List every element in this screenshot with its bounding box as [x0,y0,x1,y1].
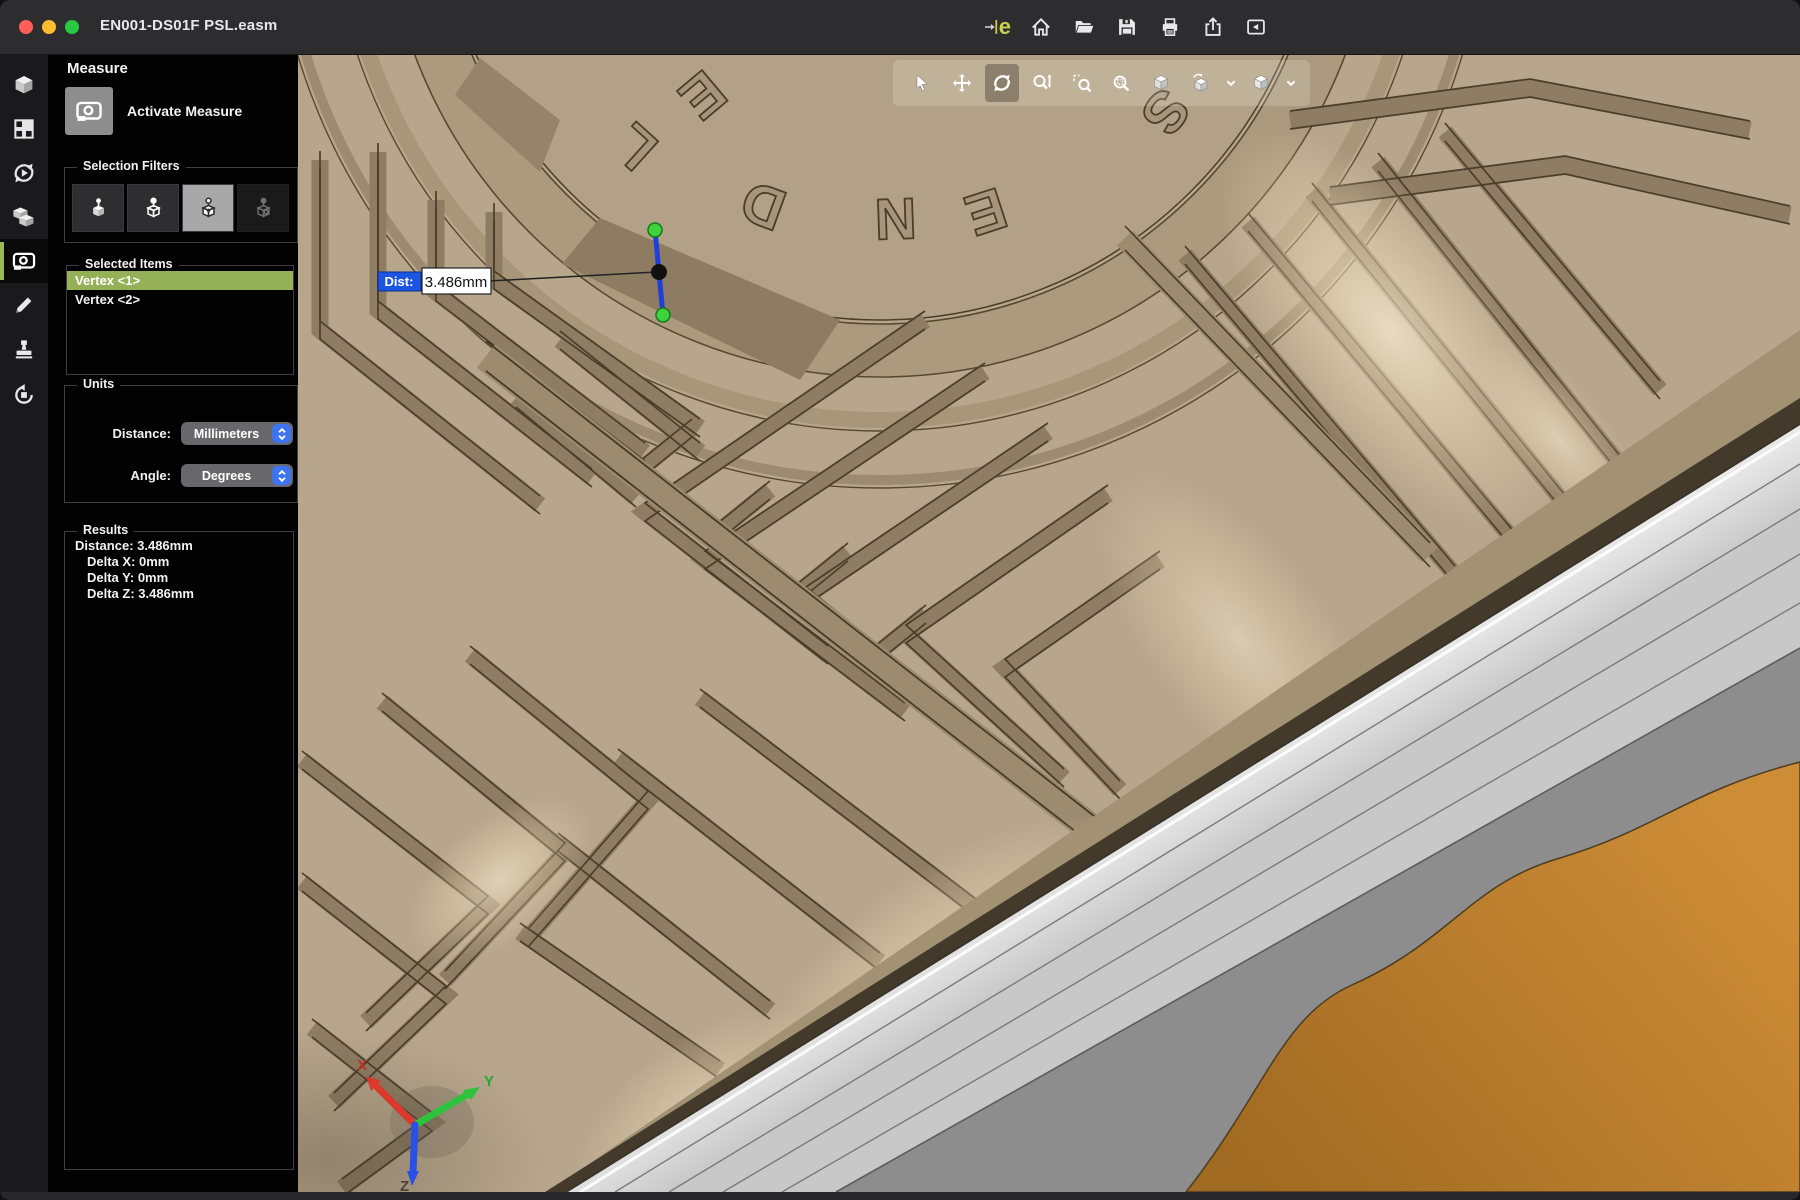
print-icon[interactable] [1157,12,1183,42]
select-tool[interactable] [905,64,939,102]
rail-item-measure[interactable] [0,239,48,283]
view-orientation-dropdown[interactable] [1224,64,1238,102]
share-icon[interactable] [1200,12,1226,42]
open-file-icon[interactable] [1071,12,1097,42]
distance-units-select[interactable]: Millimeters [181,422,293,445]
view-toolbar [893,60,1310,106]
titlebar: EN001-DS01F PSL.easm e [0,0,1800,55]
rail-item-animate[interactable] [0,151,48,195]
measurement-midpoint [651,264,667,280]
model-viewport[interactable]: E L D N E S [298,55,1800,1192]
rail-item-model[interactable] [0,63,48,107]
angle-units-label: Angle: [75,464,171,488]
window-bottom-edge [0,1192,1800,1200]
cad-model-scene[interactable]: E L D N E S [298,55,1800,1192]
titlebar-toolbar: e [985,12,1269,42]
stepper-chevrons-icon [272,466,291,485]
app-window: EN001-DS01F PSL.easm e [0,0,1800,1200]
rail-item-reset[interactable] [0,373,48,417]
filter-faces-button[interactable] [72,184,124,232]
shaded-view-tool[interactable] [1144,64,1178,102]
toggle-panel-icon[interactable] [1243,12,1269,42]
z-axis-label: Z [400,1178,409,1192]
activate-measure-label: Activate Measure [127,103,242,119]
units-label: Units [77,377,120,391]
measurement-value: 3.486mm [425,274,488,291]
measure-panel: Measure Activate Measure Selection Filte… [48,55,298,1192]
results-label: Results [77,523,134,537]
selected-item-row[interactable]: Vertex <1> [67,271,293,290]
svg-text:N: N [874,185,918,251]
activate-measure-row: Activate Measure [65,87,242,135]
measurement-vertex-1[interactable] [648,223,662,237]
selection-filters-group: Selection Filters [64,167,298,243]
minimize-button[interactable] [42,20,56,34]
stepper-chevrons-icon [272,424,291,443]
window-title: EN001-DS01F PSL.easm [100,17,277,34]
selection-filters-label: Selection Filters [77,159,186,173]
distance-units-label: Distance: [75,422,171,446]
selected-items-label: Selected Items [79,257,179,271]
measurement-vertex-2[interactable] [656,308,670,322]
y-axis-label: Y [484,1073,494,1090]
units-group: Units Distance: Millimeters Angle: Degre… [64,385,298,503]
selected-item-row[interactable]: Vertex <2> [67,290,293,309]
measurement-label: Dist: [385,274,414,289]
result-distance: Distance: 3.486mm [65,538,293,554]
view-orientation-tool[interactable] [1184,64,1218,102]
results-group: Results Distance: 3.486mm Delta X: 0mm D… [64,531,294,1170]
edrawings-logo-icon[interactable]: e [985,12,1011,42]
result-delta-y: Delta Y: 0mm [65,570,293,586]
save-icon[interactable] [1114,12,1140,42]
zoom-window-tool[interactable] [1065,64,1099,102]
selected-items-group: Selected Items Vertex <1> Vertex <2> [66,265,294,375]
rotate-tool[interactable] [985,64,1019,102]
measure-tape-icon [74,96,104,126]
home-icon[interactable] [1028,12,1054,42]
pan-tool[interactable] [945,64,979,102]
zoom-fit-tool[interactable] [1104,64,1138,102]
angle-units-select[interactable]: Degrees [181,464,293,487]
filter-centers-button[interactable] [237,184,289,232]
maximize-button[interactable] [65,20,79,34]
rail-item-stamp[interactable] [0,327,48,371]
tool-rail [0,55,48,1192]
result-delta-z: Delta Z: 3.486mm [65,586,293,602]
activate-measure-button[interactable] [65,87,113,135]
filter-edges-button[interactable] [127,184,179,232]
panel-title: Measure [67,60,128,77]
rail-item-markup[interactable] [0,283,48,327]
result-delta-x: Delta X: 0mm [65,554,293,570]
display-style-dropdown[interactable] [1284,64,1298,102]
zoom-tool[interactable] [1025,64,1059,102]
close-button[interactable] [19,20,33,34]
filter-vertices-button[interactable] [182,184,234,232]
x-axis-label: X [357,1057,367,1074]
display-style-tool[interactable] [1244,64,1278,102]
rail-item-components[interactable] [0,107,48,151]
rail-item-mass-properties[interactable] [0,195,48,239]
